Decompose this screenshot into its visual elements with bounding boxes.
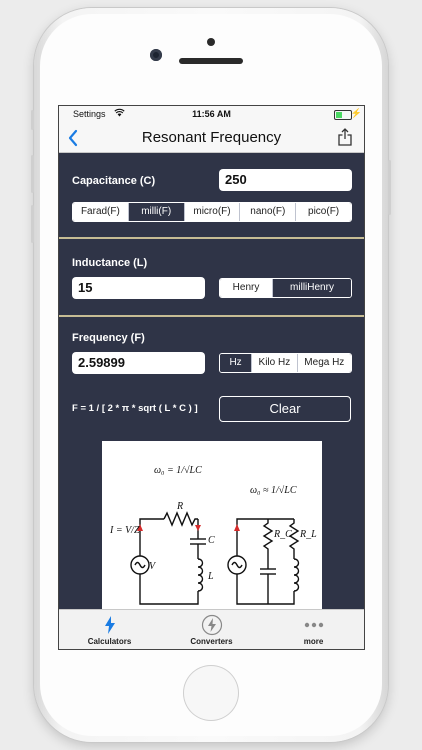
unit-mega-hz[interactable]: Mega Hz (296, 354, 351, 372)
unit-kilo-hz[interactable]: Kilo Hz (251, 354, 297, 372)
voltage-label: V (149, 561, 157, 572)
capacitance-label: Capacitance (C) (72, 175, 156, 187)
unit-micro-farad[interactable]: micro(F) (183, 203, 240, 221)
unit-henry[interactable]: Henry (220, 279, 272, 297)
status-bar: Settings 11:56 AM ⚡ (59, 106, 364, 124)
home-button[interactable] (183, 665, 239, 721)
tab-bar: Calculators Converters more (59, 609, 364, 649)
inductance-label: Inductance (L) (72, 257, 148, 269)
mute-switch (31, 110, 34, 130)
current-equation: I = V/Z (109, 525, 140, 536)
charging-icon: ⚡ (350, 108, 362, 118)
clear-button[interactable]: Clear (219, 396, 351, 422)
tab-label: Converters (190, 637, 233, 646)
inductance-unit-selector: Henry milliHenry (219, 278, 352, 298)
share-icon[interactable] (338, 128, 352, 146)
frequency-unit-selector: Hz Kilo Hz Mega Hz (219, 353, 352, 373)
frequency-label: Frequency (F) (72, 332, 145, 344)
earpiece-speaker (179, 58, 243, 64)
section-divider (59, 315, 364, 317)
capacitance-input[interactable]: 250 (219, 169, 352, 191)
rc-label: R_C (273, 529, 292, 540)
unit-farad[interactable]: Farad(F) (73, 203, 128, 221)
inductance-input[interactable]: 15 (72, 277, 205, 299)
capacitor-label: C (208, 535, 215, 546)
sensor (207, 38, 215, 46)
circuit-diagram: ω₀ = 1/√LC ω₀ ≈ 1/√LC I = V/Z R C L V R_… (102, 441, 322, 616)
tab-more[interactable]: more (263, 610, 364, 649)
volume-down-button (31, 205, 34, 243)
section-divider (59, 237, 364, 239)
power-button (388, 160, 391, 215)
unit-pico-farad[interactable]: pico(F) (295, 203, 351, 221)
status-time: 11:56 AM (192, 109, 231, 119)
battery-icon (334, 110, 352, 120)
volume-up-button (31, 155, 34, 193)
app-screen: Settings 11:56 AM ⚡ Resonant Frequency C… (59, 106, 364, 649)
rl-label: R_L (299, 529, 317, 540)
inductor-label: L (207, 571, 214, 582)
resistor-label: R (176, 501, 183, 512)
bolt-icon (99, 614, 121, 636)
tab-converters[interactable]: Converters (161, 610, 262, 649)
bolt-circle-icon (201, 614, 223, 636)
frequency-output[interactable]: 2.59899 (72, 352, 205, 374)
unit-milli-henry[interactable]: milliHenry (272, 279, 351, 297)
tab-label: Calculators (87, 637, 132, 646)
tab-label: more (303, 637, 324, 646)
capacitance-unit-selector: Farad(F) milli(F) micro(F) nano(F) pico(… (72, 202, 352, 222)
more-icon (303, 614, 325, 636)
unit-nano-farad[interactable]: nano(F) (239, 203, 296, 221)
formula-text: F = 1 / [ 2 * π * sqrt ( L * C ) ] (72, 403, 198, 414)
navigation-bar: Resonant Frequency (59, 124, 364, 153)
tab-calculators[interactable]: Calculators (59, 610, 160, 649)
front-camera (150, 49, 162, 61)
right-resonance-equation: ω₀ ≈ 1/√LC (250, 485, 297, 496)
left-resonance-equation: ω₀ = 1/√LC (154, 465, 202, 476)
unit-hz[interactable]: Hz (220, 354, 252, 372)
page-title: Resonant Frequency (141, 129, 282, 146)
unit-milli-farad[interactable]: milli(F) (127, 203, 184, 221)
